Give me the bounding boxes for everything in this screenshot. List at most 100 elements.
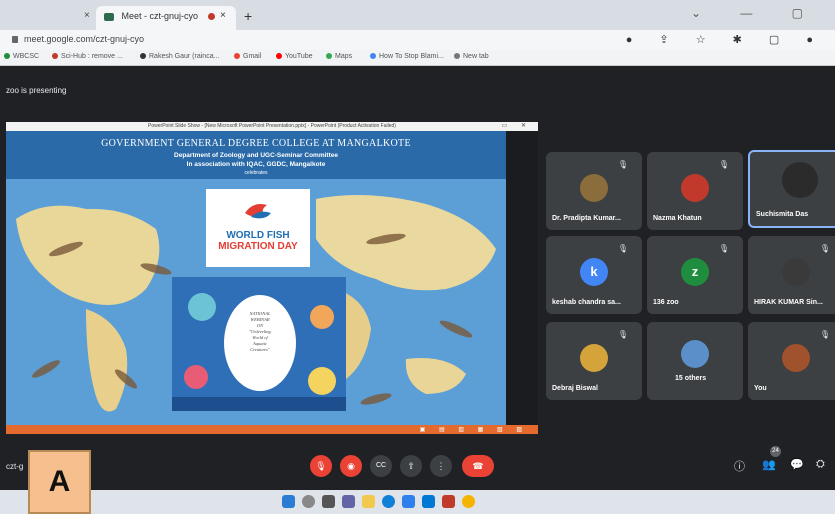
browser-tab-bar: × Meet - czt-gnuj-cyo × + ⌄ — ▢	[0, 0, 835, 30]
url-text[interactable]: meet.google.com/czt-gnuj-cyo	[24, 34, 144, 44]
store-icon[interactable]	[402, 495, 415, 508]
slide-view-icons[interactable]: ▣ ▤ ▥ ▦ ▧ ▨	[420, 426, 528, 433]
bookmark-item[interactable]: Rakesh Gaur (rainca...	[140, 53, 219, 60]
participant-tile[interactable]: 🎙 k keshab chandra sa...	[546, 236, 642, 314]
bookmarks-bar: WBCSC Sci-Hub : remove ... Rakesh Gaur (…	[0, 50, 835, 66]
others-avatar	[681, 340, 709, 368]
participant-tile[interactable]: 🎙 Debraj Biswal	[546, 322, 642, 400]
presentation-window: PowerPoint Slide Show - [New Microsoft P…	[6, 122, 538, 434]
slide: GOVERNMENT GENERAL DEGREE COLLEGE AT MAN…	[6, 131, 506, 425]
chat-icon[interactable]: 💬	[790, 458, 804, 471]
present-button[interactable]: ⇧	[400, 455, 422, 477]
bookmark-item[interactable]: YouTube	[276, 53, 313, 60]
figure-label: A	[28, 450, 91, 514]
avatar: z	[681, 258, 709, 286]
photo-frame: × Meet - czt-gnuj-cyo × + ⌄ — ▢ meet.goo…	[0, 0, 835, 514]
info-icon[interactable]: ⓘ	[734, 458, 745, 474]
self-tile[interactable]: 🎙 You	[748, 322, 835, 400]
captions-button[interactable]: CC	[370, 455, 392, 477]
bookmark-icon	[140, 53, 146, 60]
slide-window-titlebar: PowerPoint Slide Show - [New Microsoft P…	[6, 122, 538, 131]
bookmark-item[interactable]: How To Stop Blami...	[370, 53, 444, 60]
bookmark-icon	[370, 53, 376, 60]
start-icon[interactable]	[282, 495, 295, 508]
others-tile[interactable]: 15 others	[647, 322, 743, 400]
mic-off-icon: 🎙	[718, 244, 729, 253]
slide-window-title: PowerPoint Slide Show - [New Microsoft P…	[148, 123, 396, 129]
new-tab-button[interactable]: +	[244, 8, 252, 24]
bookmark-icon	[52, 53, 58, 60]
file-explorer-icon[interactable]	[362, 495, 375, 508]
youtube-icon	[276, 53, 282, 60]
task-view-icon[interactable]	[322, 495, 335, 508]
participant-tile[interactable]: 🎙 Nazma Khatun	[647, 152, 743, 230]
lock-icon	[12, 36, 18, 43]
recording-dot-icon	[208, 13, 215, 20]
bookmark-item[interactable]: Maps	[326, 53, 352, 60]
tab-title: Meet - czt-gnuj-cyo	[121, 11, 199, 21]
chat-app-icon[interactable]	[342, 495, 355, 508]
department-line: Department of Zoology and UGC-Seminar Co…	[174, 152, 338, 159]
chrome-icon[interactable]	[462, 495, 475, 508]
more-options-button[interactable]: ⋮	[430, 455, 452, 477]
participant-count-badge: 24	[770, 446, 781, 457]
participant-tile-speaking[interactable]: Suchismita Das	[748, 150, 835, 228]
participant-name: Debraj Biswal	[552, 385, 598, 392]
bookmark-item[interactable]: Gmail	[234, 53, 261, 60]
activities-icon[interactable]: ⛭	[816, 458, 825, 471]
slide-status-bar: ▣ ▤ ▥ ▦ ▧ ▨	[6, 425, 538, 434]
previous-tab[interactable]: ×	[20, 8, 100, 26]
people-icon[interactable]: 👥	[762, 458, 776, 471]
poster-circle: NATIONAL WEBINAR ON "Unleveling World of…	[224, 295, 296, 391]
address-bar[interactable]: meet.google.com/czt-gnuj-cyo ● ⇪ ☆ ✱ ▢ ●	[0, 30, 835, 50]
fish-logo-icon	[245, 204, 271, 219]
avatar	[580, 174, 608, 202]
participant-name: You	[754, 385, 767, 392]
webinar-poster: NATIONAL WEBINAR ON "Unleveling World of…	[172, 277, 346, 411]
maps-icon	[326, 53, 332, 60]
others-count: 15 others	[675, 375, 707, 382]
mic-off-icon: 🎙	[819, 244, 830, 253]
slide-window-controls[interactable]: ▭ ✕	[502, 122, 532, 129]
mic-off-icon: 🎙	[819, 330, 830, 339]
slide-header: GOVERNMENT GENERAL DEGREE COLLEGE AT MAN…	[6, 131, 506, 179]
window-controls[interactable]: ⌄ — ▢	[691, 6, 821, 20]
close-icon[interactable]: ×	[84, 10, 90, 21]
figure-label-text: A	[48, 465, 71, 498]
mail-icon[interactable]	[422, 495, 435, 508]
bookmark-item[interactable]: WBCSC	[4, 53, 39, 60]
mic-toggle-button[interactable]: 🎙	[310, 455, 332, 477]
bookmark-item[interactable]: Sci-Hub : remove ...	[52, 53, 123, 60]
hang-up-button[interactable]: ☎	[462, 455, 494, 477]
participant-tile[interactable]: 🎙 Dr. Pradipta Kumar...	[546, 152, 642, 230]
meet-favicon-icon	[104, 12, 114, 21]
camera-toggle-button[interactable]: ◉	[340, 455, 362, 477]
avatar: k	[580, 258, 608, 286]
participant-tile[interactable]: 🎙 z 136 zoo	[647, 236, 743, 314]
slide-sidebar	[506, 131, 538, 425]
meeting-code: czt-g	[6, 462, 24, 471]
poster-line: Creatures"	[250, 347, 270, 352]
participant-name: 136 zoo	[653, 299, 679, 306]
avatar	[580, 344, 608, 372]
bookmark-icon	[4, 53, 10, 60]
avatar	[681, 174, 709, 202]
mic-off-icon: 🎙	[718, 160, 729, 169]
participant-name: Nazma Khatun	[653, 215, 702, 222]
bookmark-item[interactable]: New tab	[454, 53, 489, 60]
app-icon[interactable]	[442, 495, 455, 508]
address-bar-icons[interactable]: ● ⇪ ☆ ✱ ▢ ●	[626, 33, 825, 46]
participant-tile[interactable]: 🎙 HIRAK KUMAR Sin...	[748, 236, 835, 314]
participant-name: Dr. Pradipta Kumar...	[552, 215, 621, 222]
celebrates-line: celebrates	[244, 170, 268, 176]
participant-name: Suchismita Das	[756, 211, 809, 218]
edge-icon[interactable]	[382, 495, 395, 508]
close-tab-icon[interactable]: ×	[220, 10, 226, 21]
tab-meet[interactable]: Meet - czt-gnuj-cyo ×	[96, 6, 236, 30]
association-line: In association with IQAC, GGDC, Mangalko…	[186, 161, 326, 168]
presenting-label: zoo is presenting	[6, 86, 67, 95]
participant-name: HIRAK KUMAR Sin...	[754, 299, 823, 306]
mic-off-icon: 🎙	[617, 160, 628, 169]
wfmd-line2: MIGRATION DAY	[218, 241, 298, 252]
search-icon[interactable]	[302, 495, 315, 508]
